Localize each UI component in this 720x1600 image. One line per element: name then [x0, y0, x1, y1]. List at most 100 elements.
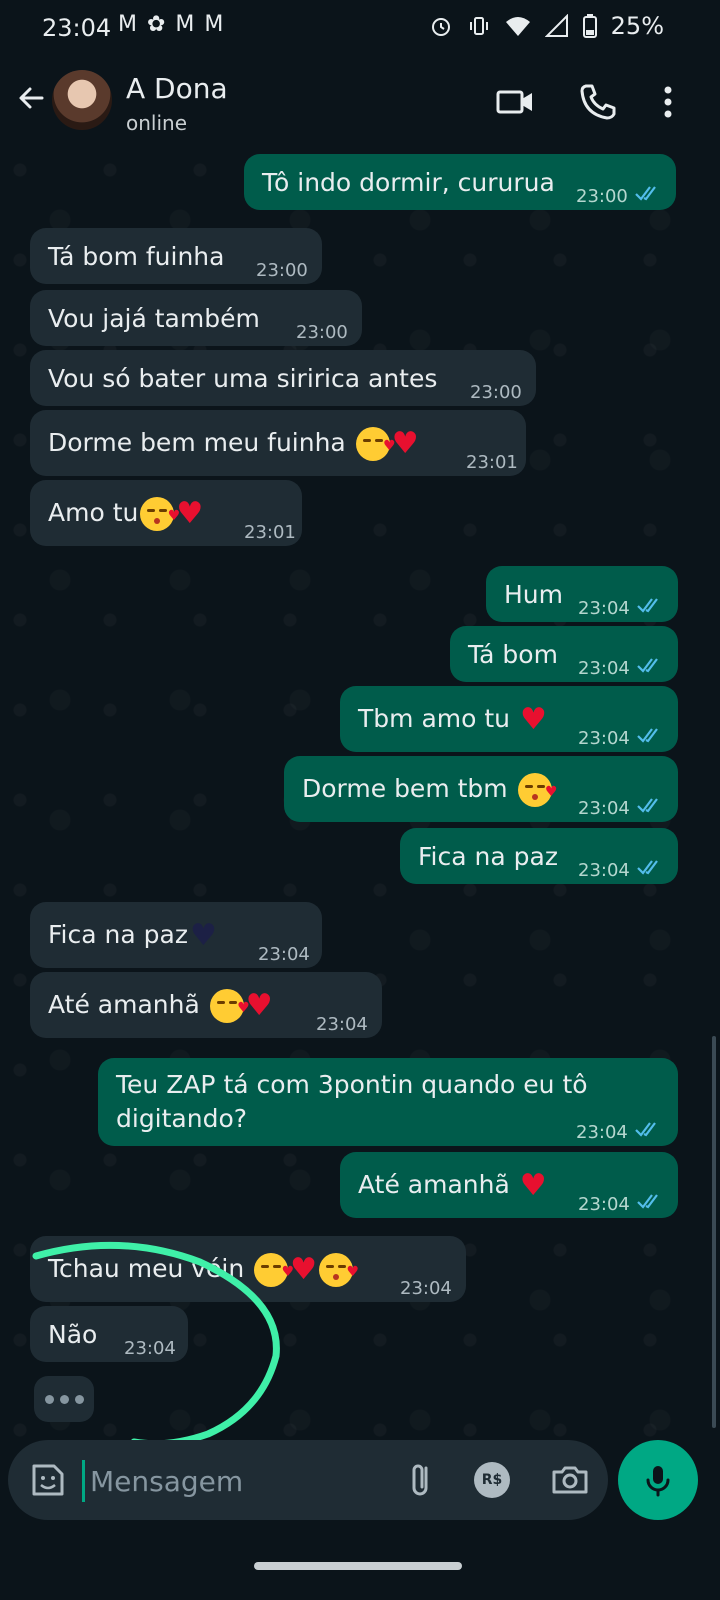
message-text: Amo tu — [48, 498, 139, 527]
message-time: 23:00 — [470, 382, 522, 403]
status-bar: 23:04 M ✿ M M 25% — [0, 0, 720, 56]
red-heart-icon: ♥ — [391, 426, 419, 461]
text-cursor — [82, 1460, 85, 1502]
message-bubble-outgoing[interactable]: Tá bom 23:04 — [450, 626, 678, 682]
message-text: Amo tu ♥ ♥ — [48, 496, 203, 531]
message-bubble-incoming[interactable]: Tchau meu véin ♥ ♥ ♥ 23:04 — [30, 1236, 466, 1302]
message-text: Até amanhã — [358, 1170, 510, 1199]
scrollbar[interactable] — [712, 1036, 716, 1428]
sticker-icon[interactable] — [28, 1460, 68, 1500]
message-text: Teu ZAP tá com 3pontin quando eu tô — [116, 1070, 588, 1099]
gmail-icon: M — [175, 12, 195, 37]
message-text: Tá bom fuinha — [48, 242, 225, 271]
message-input[interactable] — [88, 1458, 392, 1504]
read-ticks-icon — [635, 186, 656, 201]
message-composer: R$ — [8, 1440, 608, 1520]
message-bubble-incoming[interactable]: Até amanhã ♥ ♥ 23:04 — [30, 972, 382, 1038]
message-text: Hum — [504, 580, 563, 609]
message-text: Fica na paz♥ — [48, 918, 217, 952]
payment-icon[interactable]: R$ — [474, 1462, 510, 1498]
camera-icon[interactable] — [548, 1458, 592, 1502]
message-time: 23:04 — [578, 798, 630, 819]
message-bubble-incoming[interactable]: Tá bom fuinha 23:00 — [30, 228, 322, 284]
message-text: Até amanhã ♥ — [358, 1168, 547, 1202]
message-bubble-outgoing[interactable]: Fica na paz 23:04 — [400, 828, 678, 884]
message-text: Tchau meu véin ♥ ♥ ♥ — [48, 1252, 359, 1287]
contact-name[interactable]: A Dona — [126, 72, 228, 105]
voice-call-icon[interactable] — [576, 80, 620, 124]
message-text: Até amanhã — [48, 990, 200, 1019]
message-text: Tô indo dormir, cururua — [262, 168, 555, 197]
typing-dot — [74, 1394, 84, 1404]
message-bubble-incoming[interactable]: Dorme bem meu fuinha ♥ ♥ 23:01 — [30, 410, 526, 476]
mic-icon — [646, 1466, 670, 1497]
message-bubble-outgoing[interactable]: Tô indo dormir, cururua 23:00 — [244, 154, 676, 210]
message-text: Fica na paz — [48, 920, 188, 949]
message-time: 23:00 — [296, 322, 348, 343]
message-bubble-incoming[interactable]: Vou jajá também 23:00 — [30, 290, 362, 346]
more-options-icon[interactable] — [656, 80, 680, 124]
smiling-face-with-hearts-icon: ♥ — [209, 989, 250, 1023]
red-heart-icon: ♥ — [245, 988, 273, 1023]
alarm-icon — [431, 18, 450, 36]
message-time: 23:04 — [578, 658, 630, 679]
system-navigation-bar — [0, 1520, 720, 1600]
gmail-icon: M — [118, 12, 137, 37]
message-bubble-outgoing[interactable]: Teu ZAP tá com 3pontin quando eu tô digi… — [98, 1058, 678, 1146]
message-text: Dorme bem tbm — [302, 774, 508, 803]
home-gesture-bar[interactable] — [254, 1562, 462, 1570]
message-time: 23:04 — [576, 1122, 628, 1143]
message-text: Tchau meu véin — [48, 1254, 245, 1283]
message-bubble-outgoing[interactable]: Tbm amo tu ♥ 23:04 — [340, 686, 678, 752]
smiling-face-with-hearts-icon: ♥ — [254, 1253, 294, 1287]
message-text: Dorme bem tbm ♥ — [302, 772, 558, 807]
cell-signal-icon — [544, 14, 568, 37]
read-ticks-icon — [637, 728, 658, 743]
message-text: digitando? — [116, 1104, 248, 1133]
read-ticks-icon — [635, 1122, 656, 1137]
message-bubble-incoming[interactable]: Fica na paz♥ 23:04 — [30, 902, 322, 968]
message-bubble-incoming[interactable]: Vou só bater uma siririca antes 23:00 — [30, 350, 536, 406]
typing-dot — [44, 1394, 54, 1404]
read-ticks-icon — [637, 798, 658, 813]
red-heart-icon: ♥ — [519, 702, 547, 737]
message-text: Fica na paz — [418, 842, 558, 871]
back-arrow-icon[interactable] — [12, 78, 52, 118]
message-text: Vou só bater uma siririca antes — [48, 364, 438, 393]
smiling-face-with-hearts-icon: ♥ — [355, 427, 396, 461]
message-time: 23:04 — [578, 860, 630, 881]
mic-button[interactable] — [618, 1440, 698, 1520]
message-time: 23:04 — [400, 1278, 452, 1299]
wifi-icon — [505, 17, 530, 36]
message-text: Dorme bem meu fuinha — [48, 428, 346, 457]
message-time: 23:04 — [578, 1194, 630, 1215]
message-time: 23:00 — [576, 186, 628, 207]
red-heart-icon: ♥ — [519, 1168, 547, 1203]
video-call-icon[interactable] — [494, 80, 538, 124]
contact-status: online — [126, 111, 188, 135]
battery-percentage: 25% — [610, 12, 664, 40]
message-time: 23:04 — [578, 598, 630, 619]
message-bubble-incoming[interactable]: Amo tu ♥ ♥ 23:01 — [30, 480, 302, 546]
message-bubble-outgoing[interactable]: Até amanhã ♥ 23:04 — [340, 1152, 678, 1218]
read-ticks-icon — [637, 1194, 658, 1209]
system-icons: 25% — [429, 12, 664, 40]
face-blowing-kiss-icon: ♥ — [140, 497, 180, 531]
typing-dot — [59, 1394, 69, 1404]
black-heart-icon: ♥ — [189, 918, 217, 953]
contact-avatar[interactable] — [52, 70, 112, 130]
message-text: Vou jajá também — [48, 304, 260, 333]
vibrate-icon — [469, 17, 488, 35]
face-blowing-kiss-icon: ♥ — [319, 1253, 359, 1287]
message-bubble-outgoing[interactable]: Dorme bem tbm ♥ 23:04 — [284, 756, 678, 822]
notification-icons: M ✿ M M — [118, 12, 223, 37]
message-bubble-outgoing[interactable]: Hum 23:04 — [486, 566, 678, 622]
chat-header: A Dona online — [0, 56, 720, 150]
message-time: 23:04 — [578, 728, 630, 749]
read-ticks-icon — [637, 860, 658, 875]
message-text: Tbm amo tu ♥ — [358, 702, 547, 736]
message-bubble-incoming[interactable]: Não 23:04 — [30, 1306, 188, 1362]
attach-clip-icon[interactable] — [400, 1458, 444, 1502]
message-text: Tá bom — [468, 640, 558, 669]
message-text: Não — [48, 1320, 98, 1349]
